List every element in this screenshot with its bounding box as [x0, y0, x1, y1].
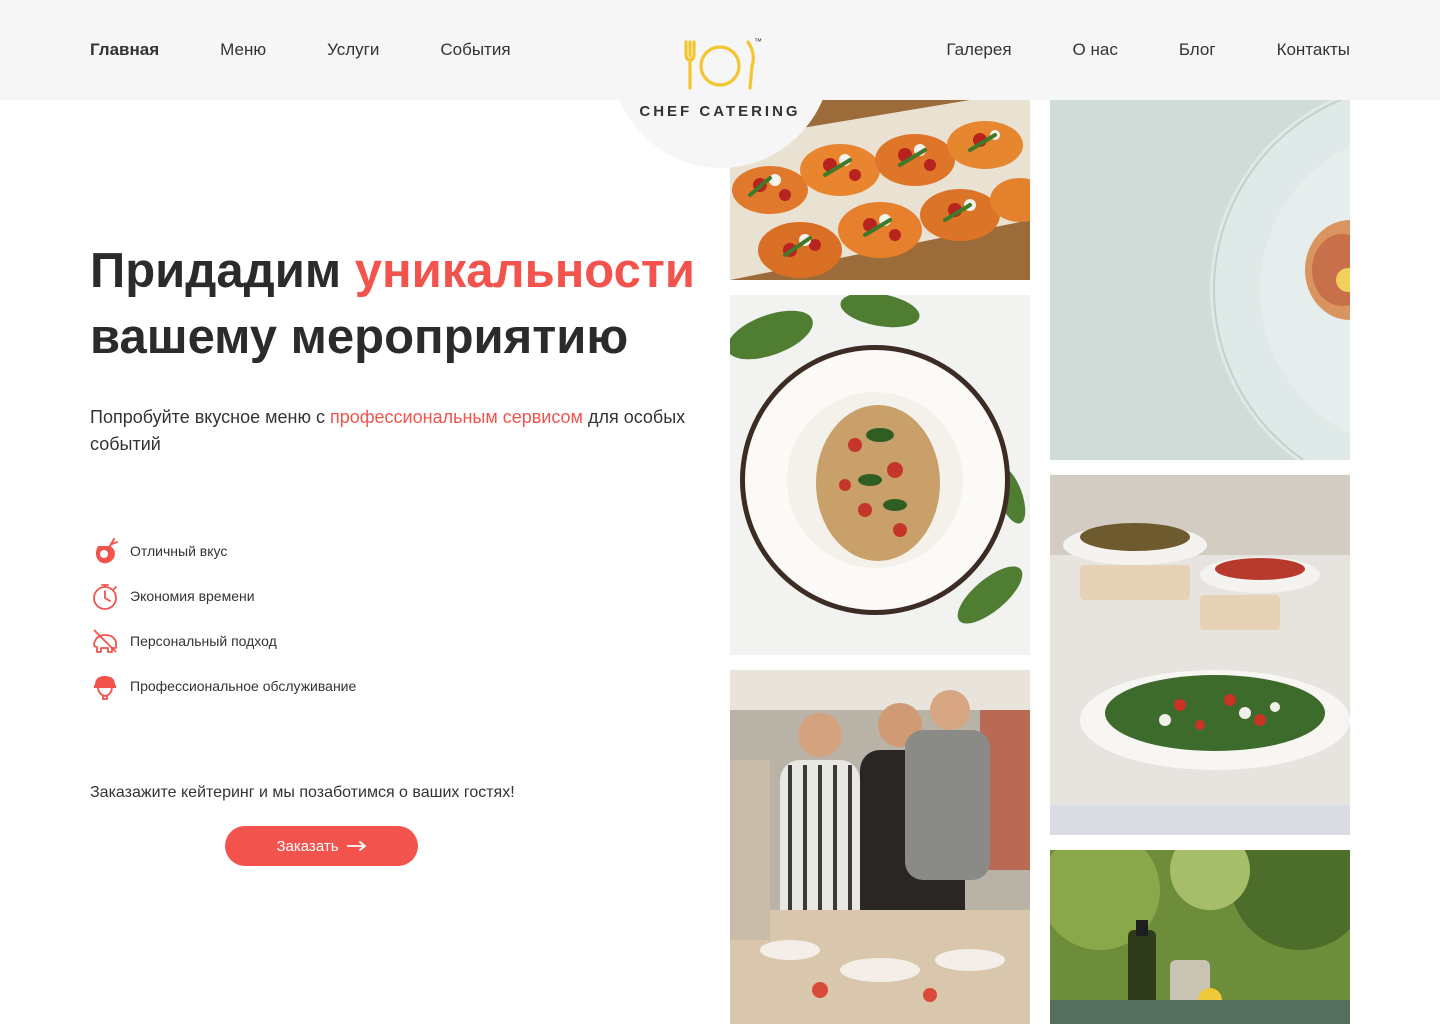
nav-left: Главная Меню Услуги События: [90, 40, 572, 60]
nav-item-blog[interactable]: Блог: [1179, 40, 1216, 60]
arrow-right-icon: [346, 841, 366, 851]
stopwatch-icon: [93, 584, 117, 610]
hero-title: Придадим уникальности вашему мероприятию: [90, 238, 695, 370]
nav-item-gallery[interactable]: Галерея: [946, 40, 1011, 60]
hero-title-part2: вашему мероприятию: [90, 310, 629, 364]
trademark-mark: ™: [754, 37, 762, 46]
taste-icon: [95, 538, 118, 564]
hero-subtitle-accent: профессиональным сервисом: [329, 407, 583, 427]
nav-item-menu[interactable]: Меню: [220, 40, 266, 60]
nav-right: Галерея О нас Блог Контакты: [885, 40, 1350, 60]
feature-item: Экономия времени: [90, 581, 356, 611]
logo-text: CHEF CATERING: [639, 103, 801, 120]
hero-subtitle: Попробуйте вкусное меню с профессиональн…: [90, 404, 690, 458]
personal-icon: [93, 629, 117, 653]
photo-plate-closeup: [1050, 100, 1350, 460]
photo-buffet-salads: [1050, 475, 1350, 835]
nav-item-services[interactable]: Услуги: [327, 40, 379, 60]
feature-item: Персональный подход: [90, 626, 356, 656]
photo-pasta-bowl: [730, 295, 1030, 655]
nav-item-about[interactable]: О нас: [1073, 40, 1118, 60]
feature-label: Профессиональное обслуживание: [130, 678, 357, 694]
feature-label: Отличный вкус: [130, 543, 228, 559]
logo-icon[interactable]: ™: [682, 36, 772, 94]
feature-item: Профессиональное обслуживание: [90, 671, 356, 701]
feature-label: Экономия времени: [130, 588, 255, 604]
hero-subtitle-part1: Попробуйте вкусное меню с: [90, 407, 330, 427]
feature-item: Отличный вкус: [90, 536, 356, 566]
feature-label: Персональный подход: [130, 633, 277, 649]
nav-item-events[interactable]: События: [440, 40, 510, 60]
chef-hat-icon: [94, 676, 116, 700]
order-button-label: Заказать: [276, 837, 339, 855]
features-list: Отличный вкус Экономия времени Персональ…: [90, 536, 356, 716]
hero-title-accent: уникальности: [354, 244, 695, 298]
nav-item-contacts[interactable]: Контакты: [1277, 40, 1350, 60]
photo-olive-oil: [1050, 850, 1350, 1024]
nav-item-home[interactable]: Главная: [90, 40, 159, 60]
cta-text: Заказажите кейтеринг и мы позаботимся о …: [90, 784, 515, 801]
hero-title-part1: Придадим: [90, 244, 355, 298]
order-button[interactable]: Заказать: [225, 826, 418, 866]
photo-guests-buffet: [730, 670, 1030, 1024]
